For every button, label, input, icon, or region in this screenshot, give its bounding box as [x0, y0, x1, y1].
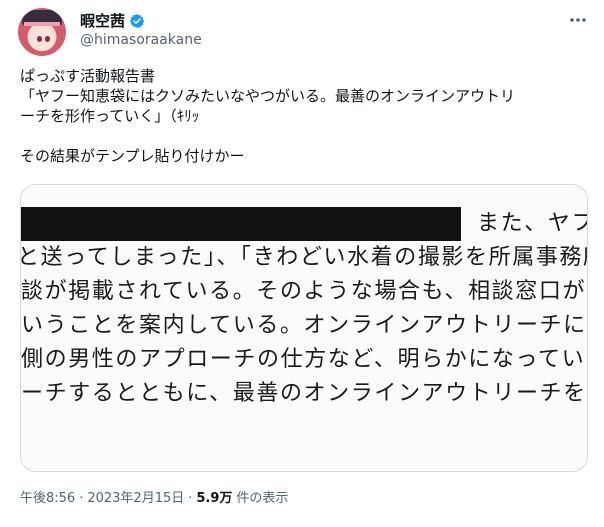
tweet-line: ぱっぷす活動報告書: [20, 67, 156, 85]
tweet-time[interactable]: 午後8:56: [20, 487, 75, 506]
meta-separator: ·: [188, 491, 193, 506]
avatar-hat-band: [24, 22, 60, 26]
views-count: 5.9万: [196, 491, 233, 506]
media-image[interactable]: また、ヤフ と送ってしまった」、「きわどい水着の撮影を所属事務所 談が掲載されて…: [20, 184, 588, 472]
meta-separator: ·: [79, 491, 84, 506]
tweet-line: 「ヤフー知恵袋にはクソみたいなやつがいる。最善のオンラインアウトリ: [20, 87, 516, 105]
avatar[interactable]: [18, 8, 66, 56]
author-name-row: 暇空茜: [80, 10, 145, 31]
document-line: 談が掲載されている。そのような場合も、相談窓口が: [21, 279, 587, 304]
document-line: また、ヤフ: [477, 211, 588, 236]
tweet-text: ぱっぷす活動報告書 「ヤフー知恵袋にはクソみたいなやつがいる。最善のオンラインア…: [20, 66, 590, 166]
tweet-meta: 午後8:56 · 2023年2月15日 · 5.9万 件の表示: [20, 487, 288, 506]
verified-badge-icon: [130, 13, 145, 28]
avatar-eye: [37, 36, 42, 42]
tweet-line: その結果がテンプレ貼り付けかー: [20, 147, 245, 165]
document-line: ーチするとともに、最善のオンラインアウトリーチを: [21, 381, 587, 406]
tweet-date[interactable]: 2023年2月15日: [87, 487, 184, 506]
redaction-bar: [21, 207, 461, 241]
tweet: 暇空茜 @himasoraakane ぱっぷす活動報告書 「ヤフー知恵袋にはクソ…: [0, 0, 604, 527]
author-handle[interactable]: @himasoraakane: [80, 32, 202, 48]
more-dots-glyph: [570, 18, 586, 22]
avatar-eye: [45, 36, 50, 42]
document-line: 側の男性のアプローチの仕方など、明らかになってい: [21, 347, 586, 372]
views-label: 件の表示: [236, 491, 289, 506]
document-line: と送ってしまった」、「きわどい水着の撮影を所属事務所: [20, 245, 588, 270]
more-dots-icon[interactable]: [566, 12, 590, 28]
display-name[interactable]: 暇空茜: [80, 10, 125, 31]
tweet-line: ーチを形作っていく」（ｷﾘｯ: [20, 107, 200, 125]
document-line: いうことを案内している。オンラインアウトリーチに: [21, 313, 587, 338]
scanned-document: また、ヤフ と送ってしまった」、「きわどい水着の撮影を所属事務所 談が掲載されて…: [21, 185, 587, 471]
tweet-line-gap: [20, 126, 590, 146]
avatar-face: [32, 28, 54, 50]
